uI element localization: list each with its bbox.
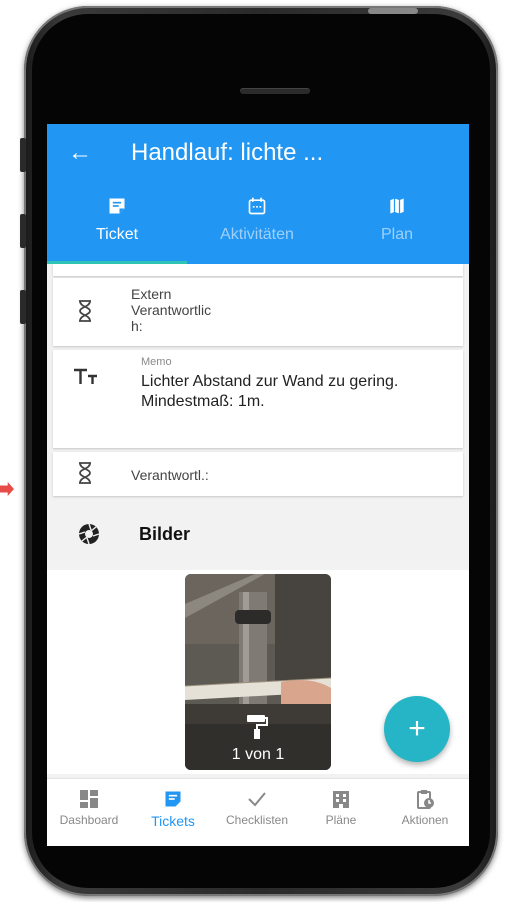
photo-thumbnail[interactable]: 1 von 1 [185,574,331,770]
map-icon [390,198,404,214]
photo-counter: 1 von 1 [231,746,285,763]
nav-label: Checklisten [225,813,289,827]
verantwortl-label: Verantwortl.: [131,467,209,483]
ticket-icon [165,791,181,807]
memo-label: Memo [141,356,172,368]
check-icon [248,792,266,807]
tab-aktivitaeten[interactable]: Aktivitäten [187,190,327,260]
previous-card [53,264,463,276]
memo-field-row[interactable]: Memo Lichter Abstand zur Wand zu gering.… [53,350,463,448]
app-bar: ← Handlauf: lichte ... Ticket Aktivitäte… [47,124,469,264]
nav-aktionen[interactable]: Aktionen [383,789,467,827]
nav-plaene[interactable]: Pläne [299,789,383,827]
tab-plan[interactable]: Plan [327,190,467,260]
nav-dashboard[interactable]: Dashboard [47,789,131,827]
memo-value: Lichter Abstand zur Wand zu gering. Mind… [141,373,399,410]
verantwortl-field-row[interactable]: Verantwortl.: [53,452,463,496]
hourglass-icon [79,462,91,484]
nav-label: Aktionen [401,813,449,827]
tab-ticket[interactable]: Ticket [47,190,187,260]
annotation-arrow [0,482,14,496]
nav-label: Pläne [325,813,357,827]
building-icon [333,791,349,808]
hourglass-icon [79,300,91,322]
mute-switch [20,138,26,172]
paint-roller-icon [247,715,268,739]
page-title: Handlauf: lichte ... [131,139,324,166]
clipboard-clock-icon [417,790,434,809]
volume-up-button [20,214,26,248]
power-button [368,8,418,14]
dashboard-icon [80,790,98,808]
volume-down-button [20,290,26,324]
back-button[interactable]: ← [65,138,95,168]
aperture-icon [78,523,100,545]
nav-label: Dashboard [59,813,119,827]
phone-speaker [240,88,310,94]
nav-tickets[interactable]: Tickets [131,789,215,829]
tab-label: Ticket [95,226,139,243]
extern-label: Extern Verantwortlic h: [131,286,212,334]
text-size-icon [74,368,97,384]
bilder-section-header: Bilder [47,500,469,570]
app-screen: ← Handlauf: lichte ... Ticket Aktivitäte… [47,124,469,846]
extern-field-row[interactable]: Extern Verantwortlic h: [53,278,463,346]
add-button[interactable]: + [384,696,450,762]
bottom-navigation: Dashboard Tickets Checklisten Pläne Akti… [47,778,469,846]
calendar-icon [248,197,266,215]
nav-checklisten[interactable]: Checklisten [215,789,299,827]
tab-label: Aktivitäten [220,226,294,243]
tab-label: Plan [380,226,414,243]
ticket-icon [109,198,125,214]
nav-label: Tickets [151,813,195,829]
section-title: Bilder [139,524,191,544]
